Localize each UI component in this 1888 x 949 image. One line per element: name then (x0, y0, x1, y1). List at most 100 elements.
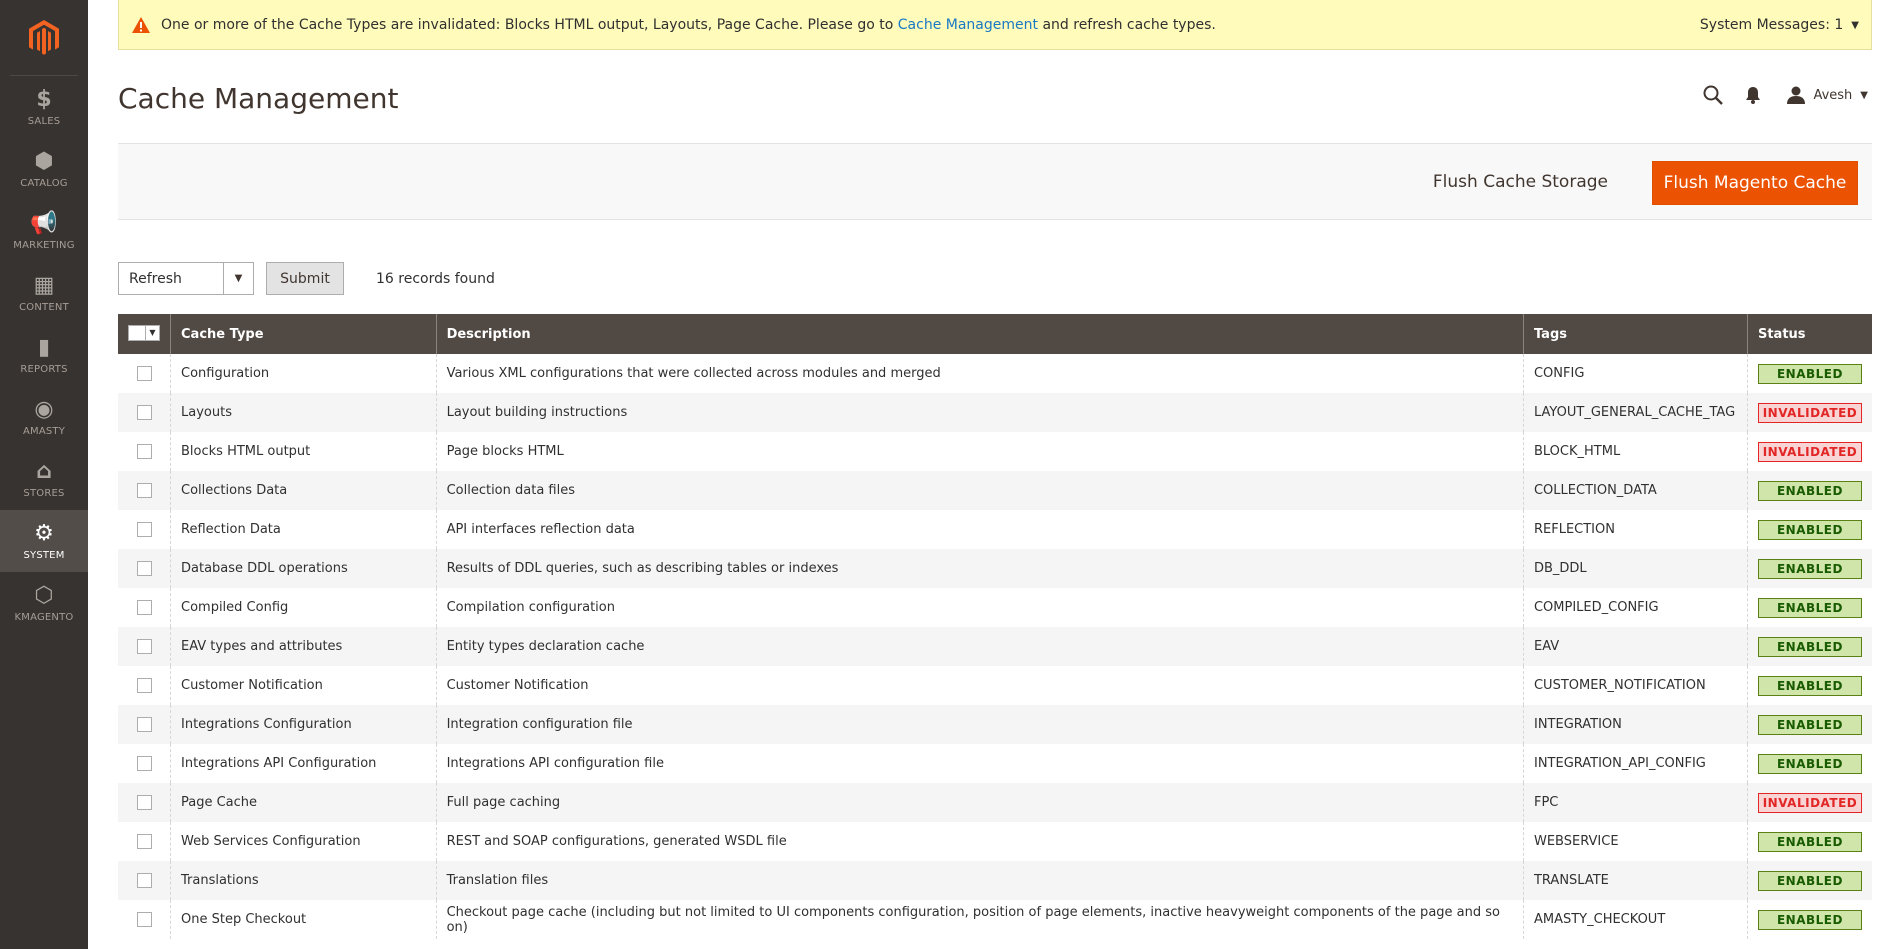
sidebar-item-label: REPORTS (20, 363, 68, 375)
chevron-down-icon[interactable]: ▼ (223, 263, 253, 294)
tags-cell: COLLECTION_DATA (1523, 471, 1748, 510)
sidebar-item-label: CONTENT (19, 301, 69, 313)
mass-select-checkbox[interactable]: ▼ (128, 324, 160, 341)
sidebar-item-marketing[interactable]: 📢 MARKETING (0, 200, 88, 262)
header-actions: Avesh ▼ (1693, 80, 1868, 110)
admin-sidebar: $ SALES ⬢ CATALOG 📢 MARKETING ▦ CONTENT ▮ REPORTS… (0, 0, 88, 949)
row-checkbox[interactable] (136, 756, 152, 771)
chevron-down-icon: ▼ (1851, 19, 1859, 31)
table-row[interactable]: Collections Data Collection data files COL… (118, 471, 1872, 510)
sidebar-item-content[interactable]: ▦ CONTENT (0, 262, 88, 324)
table-row[interactable]: Configuration Various XML configurations … (118, 354, 1872, 393)
table-row[interactable]: Web Services Configuration REST and SOAP … (118, 822, 1872, 861)
cache-type-cell: Blocks HTML output (170, 432, 437, 471)
description-cell: API interfaces reflection data (436, 510, 1524, 549)
table-row[interactable]: Layouts Layout building instructions LAYOU… (118, 393, 1872, 432)
row-checkbox[interactable] (136, 912, 152, 927)
column-header-description[interactable]: Description (436, 314, 1524, 354)
user-icon (1787, 86, 1806, 104)
status-cell: ENABLED (1747, 510, 1872, 549)
status-cell: ENABLED (1747, 549, 1872, 588)
sidebar-item-sales[interactable]: $ SALES (0, 76, 88, 138)
bell-icon (1746, 87, 1761, 104)
row-checkbox[interactable] (136, 444, 152, 459)
table-row[interactable]: Compiled Config Compilation configuration… (118, 588, 1872, 627)
sidebar-item-label: STORES (23, 487, 65, 499)
row-select-cell (118, 549, 171, 588)
row-select-cell (118, 822, 171, 861)
status-cell: INVALIDATED (1747, 783, 1872, 822)
amasty-icon: ◉ (34, 397, 54, 422)
cache-type-cell: Configuration (170, 354, 437, 393)
column-header-status[interactable]: Status (1747, 314, 1872, 354)
flush-cache-storage-button[interactable]: Flush Cache Storage (1421, 161, 1620, 203)
row-checkbox[interactable] (136, 717, 152, 732)
magento-logo[interactable] (0, 0, 88, 76)
status-cell: ENABLED (1747, 354, 1872, 393)
status-badge: INVALIDATED (1757, 792, 1862, 813)
tags-cell: FPC (1523, 783, 1748, 822)
status-badge: ENABLED (1757, 831, 1862, 852)
sidebar-item-catalog[interactable]: ⬢ CATALOG (0, 138, 88, 200)
row-checkbox[interactable] (136, 522, 152, 537)
status-cell: ENABLED (1747, 588, 1872, 627)
row-checkbox[interactable] (136, 405, 152, 420)
tags-cell: INTEGRATION_API_CONFIG (1523, 744, 1748, 783)
tags-cell: EAV (1523, 627, 1748, 666)
system-messages-toggle[interactable]: System Messages: 1 ▼ (1700, 0, 1859, 50)
table-row[interactable]: EAV types and attributes Entity types dec… (118, 627, 1872, 666)
table-row[interactable]: Reflection Data API interfaces reflection… (118, 510, 1872, 549)
row-checkbox[interactable] (136, 483, 152, 498)
user-menu[interactable]: Avesh ▼ (1787, 86, 1868, 104)
table-row[interactable]: Blocks HTML output Page blocks HTML BLOCK_… (118, 432, 1872, 471)
column-header-cache-type[interactable]: Cache Type (170, 314, 437, 354)
row-checkbox[interactable] (136, 366, 152, 381)
status-badge: ENABLED (1757, 909, 1862, 930)
row-checkbox[interactable] (136, 834, 152, 849)
table-row[interactable]: One Step Checkout Checkout page cache (in… (118, 900, 1872, 939)
flush-magento-cache-button[interactable]: Flush Magento Cache (1652, 161, 1858, 205)
tags-cell: AMASTY_CHECKOUT (1523, 900, 1748, 939)
status-badge: ENABLED (1757, 363, 1862, 384)
megaphone-icon: 📢 (30, 211, 58, 236)
mass-action-bar: Refresh ▼ Submit 16 records found (118, 262, 495, 295)
table-row[interactable]: Database DDL operations Results of DDL qu… (118, 549, 1872, 588)
description-cell: Results of DDL queries, such as describi… (436, 549, 1524, 588)
status-cell: ENABLED (1747, 861, 1872, 900)
submit-button[interactable]: Submit (266, 262, 344, 295)
tags-cell: CUSTOMER_NOTIFICATION (1523, 666, 1748, 705)
message-text-before: One or more of the Cache Types are inval… (161, 16, 898, 33)
table-row[interactable]: Page Cache Full page caching FPC INVALIDATE… (118, 783, 1872, 822)
sidebar-item-stores[interactable]: ⌂ STORES (0, 448, 88, 510)
status-badge: ENABLED (1757, 753, 1862, 774)
row-checkbox[interactable] (136, 639, 152, 654)
row-checkbox[interactable] (136, 795, 152, 810)
sidebar-item-reports[interactable]: ▮ REPORTS (0, 324, 88, 386)
table-row[interactable]: Integrations API Configuration Integratio… (118, 744, 1872, 783)
tags-cell: TRANSLATE (1523, 861, 1748, 900)
table-row[interactable]: Translations Translation files TRANSLATE EN… (118, 861, 1872, 900)
status-badge: ENABLED (1757, 636, 1862, 657)
cache-management-link[interactable]: Cache Management (898, 17, 1038, 33)
row-checkbox[interactable] (136, 873, 152, 888)
column-header-tags[interactable]: Tags (1523, 314, 1748, 354)
table-row[interactable]: Integrations Configuration Integration co… (118, 705, 1872, 744)
description-cell: Various XML configurations that were col… (436, 354, 1524, 393)
status-cell: ENABLED (1747, 900, 1872, 939)
row-select-cell (118, 354, 171, 393)
notifications-button[interactable] (1733, 80, 1773, 110)
sidebar-item-amasty[interactable]: ◉ AMASTY (0, 386, 88, 448)
row-checkbox[interactable] (136, 678, 152, 693)
mass-action-select[interactable]: Refresh ▼ (118, 262, 254, 295)
description-cell: Collection data files (436, 471, 1524, 510)
row-checkbox[interactable] (136, 561, 152, 576)
row-select-cell (118, 432, 171, 471)
cache-type-cell: EAV types and attributes (170, 627, 437, 666)
sidebar-item-kmagento[interactable]: ⬡ KMAGENTO (0, 572, 88, 634)
cache-type-cell: Reflection Data (170, 510, 437, 549)
sidebar-item-system[interactable]: ⚙ SYSTEM (0, 510, 88, 572)
row-checkbox[interactable] (136, 600, 152, 615)
table-row[interactable]: Customer Notification Customer Notificati… (118, 666, 1872, 705)
search-button[interactable] (1693, 80, 1733, 110)
system-message-bar: One or more of the Cache Types are inval… (118, 0, 1872, 50)
